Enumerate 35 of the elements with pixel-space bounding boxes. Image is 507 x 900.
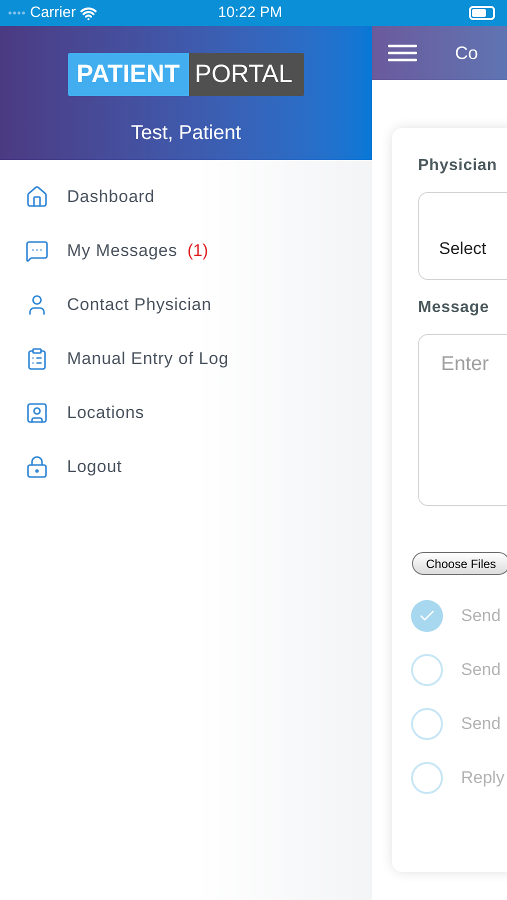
option-label: Send [461, 659, 501, 682]
menu-item[interactable]: Manual Entry of Log [67, 346, 229, 372]
option-label: Send [461, 605, 501, 628]
menu-item[interactable]: Logout [67, 454, 122, 480]
option-label: Reply [461, 767, 504, 790]
logo-portal: PORTAL [188, 53, 304, 96]
contact-card-icon [25, 401, 49, 425]
menu-item[interactable]: Locations [67, 400, 144, 426]
chat-bubble-icon [25, 239, 49, 263]
physician-select[interactable]: Select [418, 192, 507, 280]
logo-patient: PATIENT [68, 53, 189, 96]
clipboard-icon [25, 347, 49, 371]
menu-item[interactable]: Dashboard [67, 184, 155, 210]
field-label: Physician [418, 156, 498, 176]
wifi-icon [80, 4, 97, 22]
signal-icon [8, 11, 26, 15]
radio-button[interactable] [411, 708, 443, 740]
padlock-icon [25, 455, 49, 479]
clock-time: 10:22 PM [218, 2, 282, 23]
menu-item[interactable]: My Messages [67, 238, 178, 264]
user-name: Test, Patient [130, 121, 242, 146]
house-icon [25, 185, 49, 209]
radio-button[interactable] [411, 762, 443, 794]
page-title: Co [455, 42, 478, 64]
choose-files-button[interactable]: Choose Files [412, 552, 507, 575]
menu-icon[interactable] [388, 44, 417, 62]
radio-button[interactable] [411, 654, 443, 686]
carrier-name: Carrier [30, 2, 76, 23]
option-label: Send [461, 713, 501, 736]
radio-button[interactable] [411, 600, 443, 632]
field-label: Message [418, 298, 490, 318]
battery-icon [469, 6, 495, 20]
menu-item[interactable]: Contact Physician [67, 292, 212, 318]
message-field[interactable]: Enter [418, 334, 507, 506]
unread-count: (1) [187, 240, 208, 262]
